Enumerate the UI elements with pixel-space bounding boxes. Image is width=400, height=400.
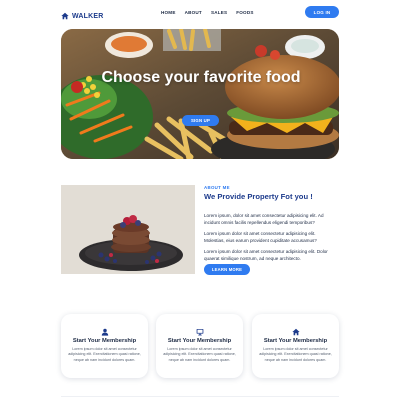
user-icon — [101, 323, 109, 336]
card-title: Start Your Membership — [167, 338, 232, 344]
hero-title: Choose your favorite food — [101, 69, 301, 86]
about-kicker: ABOUT ME — [204, 185, 230, 190]
hero-banner: Choose your favorite food SIGN UP — [61, 29, 339, 159]
nav-link-foods[interactable]: FOODS — [236, 10, 253, 15]
signup-button[interactable]: SIGN UP — [182, 115, 219, 126]
home-icon — [292, 323, 300, 336]
card-text: Lorem ipsum dolor sit amet consectetur a… — [68, 347, 141, 362]
nav-link-sales[interactable]: SALES — [211, 10, 227, 15]
about-paragraph: Lorem ipsum dolor sit amet consectetur a… — [204, 231, 317, 243]
about-paragraph: Lorem ipsum dolor sit amet consectetur a… — [204, 249, 328, 261]
about-title: We Provide Property Fot you ! — [204, 192, 313, 201]
footer-divider — [61, 396, 339, 397]
membership-card: Start Your Membership Lorem ipsum dolor … — [252, 314, 339, 378]
about-paragraph: Lorem ipsum, dolor sit amet consectetur … — [204, 213, 324, 225]
top-nav: WALKER HOME ABOUT SALES FOODS LOG IN — [0, 0, 400, 26]
membership-card: Start Your Membership Lorem ipsum dolor … — [61, 314, 148, 378]
pancake-dessert-image — [61, 185, 195, 274]
hero-food-image — [61, 29, 339, 159]
nav-link-home[interactable]: HOME — [161, 10, 176, 15]
home-icon — [61, 7, 69, 25]
card-title: Start Your Membership — [72, 338, 137, 344]
card-text: Lorem ipsum dolor sit amet consectetur a… — [259, 347, 332, 362]
card-text: Lorem ipsum dolor sit amet consectetur a… — [163, 347, 236, 362]
learn-more-button[interactable]: LEARN MORE — [204, 264, 250, 275]
membership-card: Start Your Membership Lorem ipsum dolor … — [156, 314, 243, 378]
brand-name: WALKER — [72, 12, 104, 20]
brand-logo[interactable]: WALKER — [61, 7, 104, 25]
nav-menu: HOME ABOUT SALES FOODS — [161, 10, 254, 15]
monitor-icon — [196, 323, 204, 336]
login-button[interactable]: LOG IN — [305, 6, 339, 18]
nav-link-about[interactable]: ABOUT — [185, 10, 202, 15]
card-title: Start Your Membership — [263, 338, 328, 344]
